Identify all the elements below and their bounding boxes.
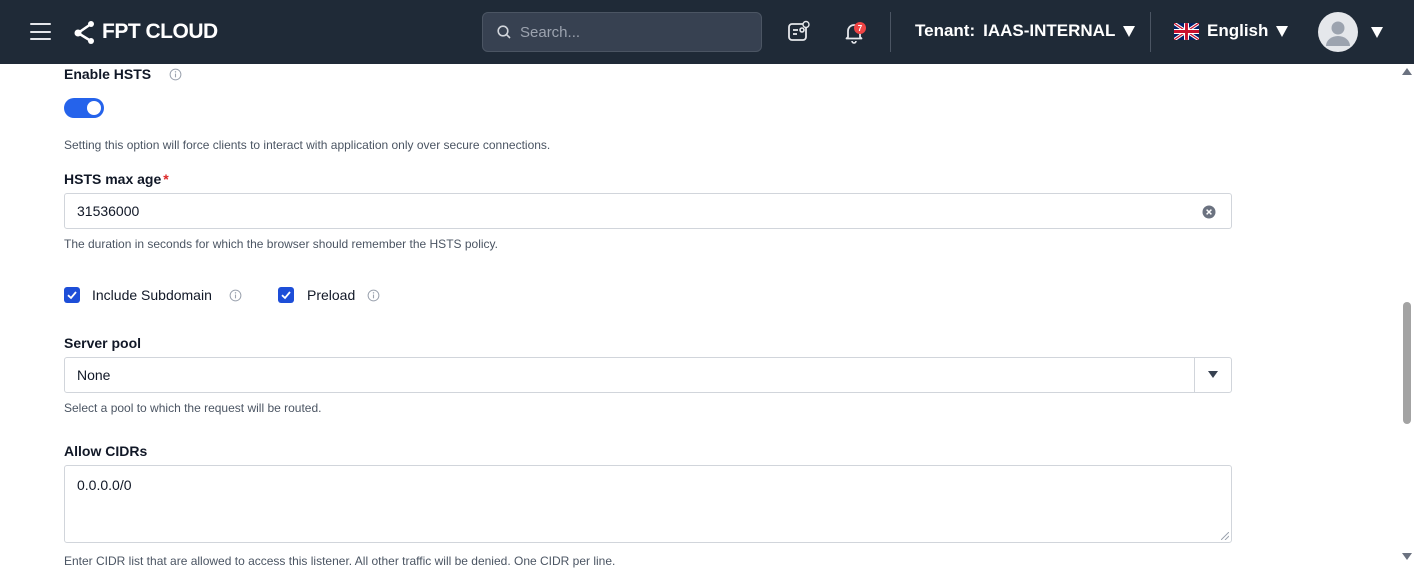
toggle-knob — [87, 101, 101, 115]
avatar-icon[interactable] — [1318, 12, 1358, 52]
allow-cidrs-help-text: Enter CIDR list that are allowed to acce… — [64, 554, 616, 568]
preload-checkbox[interactable] — [278, 287, 294, 303]
preload-label: Preload — [307, 287, 356, 303]
clear-icon[interactable] — [1202, 205, 1216, 219]
brand-logo[interactable]: FPT CLOUD — [72, 18, 218, 46]
divider — [1150, 12, 1151, 52]
hsts-max-age-value: 31536000 — [77, 203, 140, 219]
server-pool-label-text: Server pool — [64, 335, 142, 351]
tenant-label: Tenant: — [915, 21, 976, 40]
server-pool-label: Server pool — [64, 335, 141, 351]
required-mark: * — [163, 171, 169, 187]
menu-icon[interactable] — [30, 23, 51, 40]
fpt-logo-icon — [74, 21, 94, 44]
tenant-selector[interactable]: Tenant: IAAS-INTERNAL — [915, 21, 1136, 41]
tenant-value: IAAS-INTERNAL — [983, 21, 1116, 40]
caret-down-icon — [1276, 25, 1289, 37]
hsts-toggle[interactable] — [64, 98, 104, 118]
uk-flag-icon — [1174, 22, 1199, 40]
allow-cidrs-label: Allow CIDRs — [64, 443, 147, 459]
server-pool-select[interactable]: None — [64, 357, 1232, 393]
hsts-help-text: Setting this option will force clients t… — [64, 138, 551, 152]
language-label: English — [1207, 21, 1269, 40]
scrollbar-thumb[interactable] — [1403, 302, 1411, 424]
profile-caret-icon[interactable] — [1371, 27, 1383, 38]
hsts-label: Enable HSTS — [64, 66, 182, 82]
hsts-max-age-label: HSTS max age * — [64, 171, 169, 187]
include-subdomain-checkbox[interactable] — [64, 287, 80, 303]
check-icon — [67, 291, 77, 300]
allow-cidrs-label-text: Allow CIDRs — [64, 443, 148, 459]
info-icon[interactable] — [169, 68, 182, 81]
hsts-label-text: Enable HSTS — [64, 66, 152, 82]
caret-down-icon — [1208, 371, 1218, 378]
include-subdomain-label: Include Subdomain — [92, 287, 212, 303]
search-icon — [497, 25, 511, 39]
server-pool-value: None — [77, 367, 111, 383]
select-dropdown-button[interactable] — [1194, 358, 1231, 392]
divider — [890, 12, 891, 52]
brand-name: FPT CLOUD — [102, 20, 218, 43]
hsts-max-age-help-text: The duration in seconds for which the br… — [64, 237, 498, 251]
allow-cidrs-textarea[interactable]: 0.0.0.0/0 — [64, 465, 1232, 543]
search-input[interactable] — [520, 23, 740, 41]
resize-handle-icon[interactable] — [1221, 532, 1229, 540]
top-navigation-bar: FPT CLOUD 7 Tenant: IAAS-INTERNAL — [0, 0, 1414, 64]
caret-down-icon — [1123, 25, 1136, 37]
allow-cidrs-value: 0.0.0.0/0 — [77, 477, 132, 493]
notification-badge: 7 — [854, 22, 866, 34]
info-icon[interactable] — [367, 289, 380, 302]
user-card-icon[interactable] — [786, 20, 810, 44]
scroll-up-arrow-icon[interactable] — [1402, 68, 1412, 75]
hsts-max-age-input[interactable]: 31536000 — [64, 193, 1232, 229]
language-selector[interactable]: English — [1174, 21, 1289, 41]
server-pool-help-text: Select a pool to which the request will … — [64, 401, 322, 415]
info-icon[interactable] — [229, 289, 242, 302]
check-icon — [281, 291, 291, 300]
scroll-down-arrow-icon[interactable] — [1402, 553, 1412, 560]
hsts-max-age-label-text: HSTS max age — [64, 171, 162, 187]
search-box[interactable] — [482, 12, 762, 52]
